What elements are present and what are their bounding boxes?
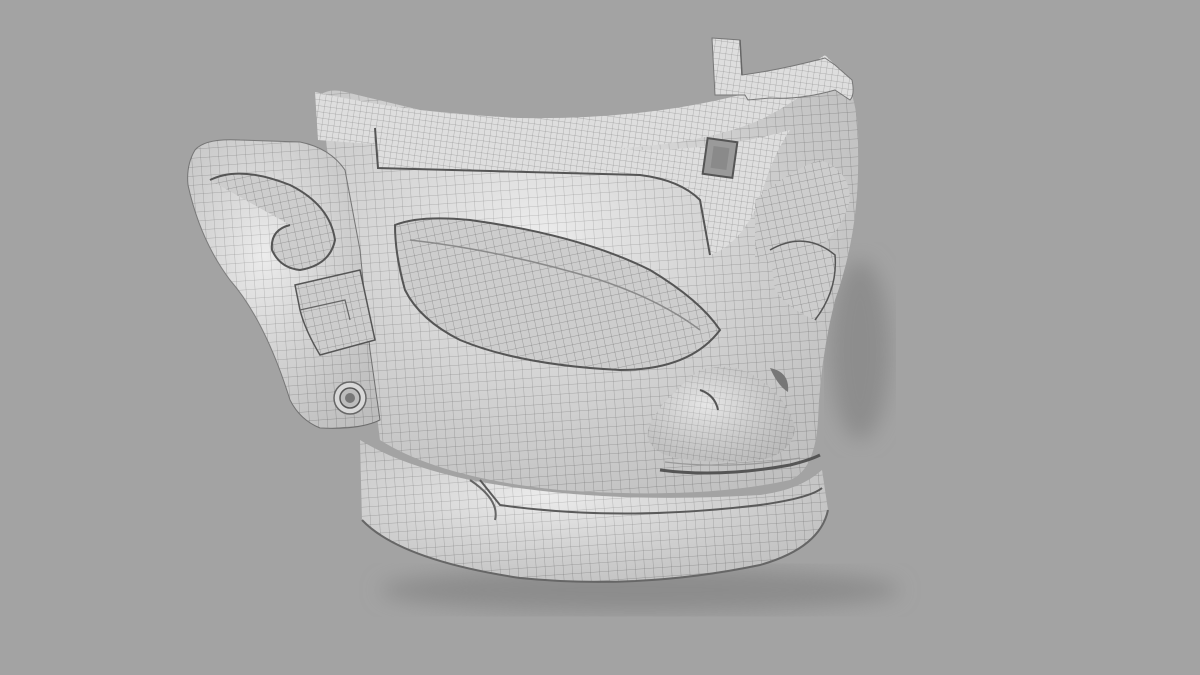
mask-model (315, 37, 859, 583)
render-viewport (187, 37, 900, 612)
crown-back-tab (711, 37, 854, 101)
